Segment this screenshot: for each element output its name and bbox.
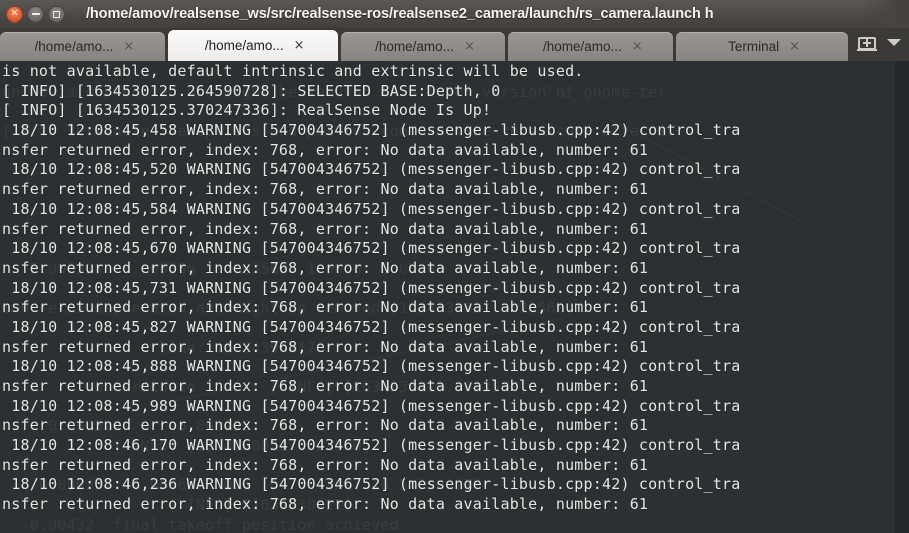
chevron-down-icon[interactable] — [887, 39, 901, 46]
terminal-line: 18/10 12:08:45,584 WARNING [547004346752… — [2, 199, 741, 218]
minimize-window-button[interactable] — [27, 5, 44, 23]
tab-4[interactable]: Terminal × — [676, 32, 848, 61]
terminal-line: 18/10 12:08:45,520 WARNING [547004346752… — [2, 160, 741, 179]
terminal-line: nsfer returned error, index: 768, error:… — [2, 258, 649, 277]
tab-bar: /home/amo... × /home/amo... × /home/amo.… — [0, 29, 909, 61]
terminal-text: is not available, default intrinsic and … — [0, 61, 909, 533]
terminal-line: 18/10 12:08:45,827 WARNING [547004346752… — [2, 317, 741, 336]
terminal-line: nsfer returned error, index: 768, error:… — [2, 495, 649, 514]
tab-2-close-icon[interactable]: × — [464, 40, 475, 53]
terminal-line: [ INFO] [1634530125.264590728]: SELECTED… — [2, 81, 501, 100]
tab-2-label: /home/amo... — [375, 39, 454, 54]
tab-2[interactable]: /home/amo... × — [340, 32, 506, 61]
tab-3[interactable]: /home/amo... × — [508, 32, 674, 61]
tab-3-close-icon[interactable]: × — [632, 40, 643, 53]
terminal-line: nsfer returned error, index: 768, error:… — [2, 337, 649, 356]
minimize-icon — [31, 13, 40, 15]
tab-0[interactable]: /home/amo... × — [0, 32, 165, 61]
close-window-button[interactable]: × — [6, 5, 23, 23]
close-icon: × — [10, 7, 19, 19]
terminal-line: nsfer returned error, index: 768, error:… — [2, 377, 649, 395]
tab-1[interactable]: /home/amo... × — [167, 30, 338, 61]
tab-3-label: /home/amo... — [542, 39, 622, 54]
terminal-line: nsfer returned error, index: 768, error:… — [2, 298, 649, 317]
window-title: /home/amov/realsense_ws/src/realsense-ro… — [86, 6, 714, 22]
window-controls: × — [0, 5, 65, 23]
terminal-line: 18/10 12:08:45,458 WARNING [547004346752… — [2, 121, 741, 140]
terminal-output-area[interactable]: on -e is deprecated and might be removed… — [0, 61, 909, 533]
new-tab-icon[interactable] — [857, 34, 877, 52]
title-bar: × /home/amov/realsense_ws/src/realsense-… — [0, 0, 909, 29]
terminal-line: 18/10 12:08:45,731 WARNING [547004346752… — [2, 278, 741, 297]
terminal-scrollbar[interactable] — [895, 61, 909, 533]
maximize-icon — [53, 10, 60, 18]
terminal-line: nsfer returned error, index: 768, error:… — [2, 219, 649, 238]
terminal-line: 18/10 12:08:46,236 WARNING [547004346752… — [2, 475, 741, 494]
terminal-line: 18/10 12:08:45,989 WARNING [547004346752… — [2, 396, 741, 415]
tab-bar-actions — [851, 29, 909, 61]
terminal-line: 18/10 12:08:46,170 WARNING [547004346752… — [2, 436, 741, 455]
tab-1-label: /home/amo... — [204, 38, 284, 53]
terminal-line: nsfer returned error, index: 768, error:… — [2, 455, 649, 474]
tab-1-close-icon[interactable]: × — [294, 39, 305, 52]
maximize-window-button[interactable] — [48, 5, 65, 23]
terminal-line: [ INFO] [1634530125.370247336]: RealSens… — [2, 101, 492, 120]
terminal-line: 18/10 12:08:45,888 WARNING [547004346752… — [2, 357, 741, 376]
terminal-window: × /home/amov/realsense_ws/src/realsense-… — [0, 0, 909, 533]
tab-4-label: Terminal — [728, 39, 780, 54]
terminal-line: nsfer returned error, index: 768, error:… — [2, 416, 649, 435]
terminal-line: is not available, default intrinsic and … — [2, 62, 584, 80]
terminal-line: nsfer returned error, index: 768, error:… — [2, 140, 649, 159]
terminal-line: 18/10 12:08:45,670 WARNING [547004346752… — [2, 239, 741, 258]
tab-4-close-icon[interactable]: × — [789, 40, 800, 53]
tab-0-close-icon[interactable]: × — [123, 40, 134, 53]
terminal-line: nsfer returned error, index: 768, error:… — [2, 180, 649, 199]
tab-0-label: /home/amo... — [34, 39, 114, 54]
